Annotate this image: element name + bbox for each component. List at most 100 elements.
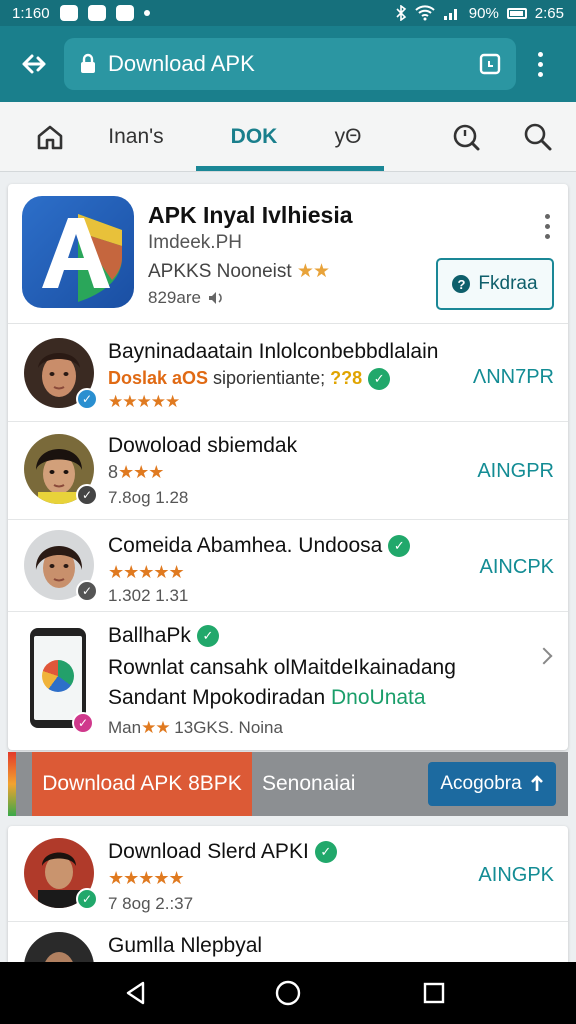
chevron-right-icon[interactable] [535, 647, 553, 665]
list-item[interactable]: ✓ Comeida Abamhea. Undoosa ✓ ★★★★★ 1.302 … [8, 520, 568, 612]
download-banner: Download APK 8BPK Senonaiai Acogobra [8, 752, 568, 816]
arrow-up-icon [530, 775, 543, 791]
home-icon [37, 125, 63, 150]
search-icon [453, 124, 480, 151]
battery-icon [506, 7, 527, 19]
item-description-2: Sandant Mpokodiradan DnoUnata [108, 686, 426, 709]
item-rating: 8★★★ [108, 462, 164, 482]
install-button[interactable]: ? Fkdraa [436, 258, 554, 310]
avatar: ✓ [24, 838, 98, 910]
more-options-icon[interactable] [545, 214, 550, 239]
item-action-link[interactable]: AINGPK [478, 864, 554, 887]
status-time: 1:160 [12, 4, 50, 22]
list-item[interactable]: Gumlla Nlepbyal [8, 922, 568, 966]
verified-icon: ✓ [388, 535, 411, 558]
back-triangle-icon [126, 981, 145, 1005]
avatar: ✓ [24, 338, 98, 410]
signal-icon [443, 9, 457, 20]
list-item[interactable]: ✓ Download Slerd APKI ✓ ★★★★★ 7 8og 2.:37… [8, 826, 568, 922]
back-button[interactable] [14, 44, 54, 84]
rating-stars: ★★ [296, 261, 330, 282]
item-meta: 7.8og 1.28 [108, 488, 189, 507]
install-button-label: Fkdraa [478, 273, 538, 294]
browser-toolbar: Download APK [0, 26, 576, 102]
address-bar[interactable]: Download APK [64, 38, 516, 90]
category-tabs: Inan's DOK yΘ [0, 102, 576, 172]
apk-list-card: APK Inyal Ivlhiesia Imdeek.PH APKKS Noon… [8, 184, 568, 750]
item-rating: ★★★★★ [108, 562, 185, 582]
notification-dot-icon [143, 10, 150, 16]
verified-icon: ✓ [368, 368, 391, 391]
banner-accent [8, 752, 16, 816]
item-title: Comeida Abamhea. Undoosa ✓ [108, 534, 411, 558]
item-rating: ★★★★★ [108, 392, 180, 411]
app-title: APK Inyal Ivlhiesia [148, 202, 353, 228]
app-size: 829are [148, 288, 225, 308]
wifi-icon [415, 5, 435, 21]
system-recents-button[interactable] [404, 962, 464, 1024]
home-tab[interactable] [22, 102, 78, 172]
system-back-button[interactable] [106, 962, 166, 1024]
avatar: ✓ [24, 530, 98, 602]
item-description: Rownlat cansahk olMaitdeIkainadang [108, 656, 456, 679]
avatar: ✓ [24, 434, 98, 506]
overflow-menu-icon[interactable] [528, 44, 552, 84]
item-meta: Man★★ 13GKS. Noina [108, 718, 283, 737]
verified-badge-icon: ✓ [76, 888, 98, 910]
item-title: Gumlla Nlepbyal [108, 934, 263, 957]
list-item[interactable]: ✓ Dowoload sbiemdak 8★★★ 7.8og 1.28 AING… [8, 422, 568, 520]
item-action-link[interactable]: AINGPR [477, 460, 554, 483]
verified-badge-icon: ✓ [76, 580, 98, 602]
verified-icon: ✓ [314, 841, 337, 864]
banner-text: Senonaiai [262, 772, 356, 795]
home-circle-icon [275, 980, 301, 1006]
tab-dok[interactable]: DOK [196, 102, 312, 172]
banner-button-label: Acogobra [440, 773, 522, 794]
download-apk-tab[interactable]: Download APK 8BPK [32, 752, 252, 816]
search-button[interactable] [516, 102, 560, 172]
item-action-link[interactable]: ΛNN7PR [473, 366, 554, 389]
verified-badge-icon: ✓ [76, 484, 98, 506]
system-navigation-bar [0, 962, 576, 1024]
item-subtitle: Doslak aOS siporientiante; ??8 ✓ [108, 368, 391, 391]
tab-yo[interactable]: yΘ [318, 102, 378, 172]
app-logo-icon [22, 196, 134, 308]
status-clock: 2:65 [534, 4, 564, 22]
featured-app[interactable]: APK Inyal Ivlhiesia Imdeek.PH APKKS Noon… [8, 184, 568, 324]
notification-icon [87, 5, 106, 21]
banner-action-button[interactable]: Acogobra [428, 762, 556, 806]
app-rating: APKKS Nooneist ★★ [148, 260, 330, 283]
back-arrow-icon [22, 54, 46, 74]
status-bar: 1:160 90% 2:65 [0, 0, 576, 26]
item-title: BallhaPk ✓ [108, 624, 219, 648]
item-title: Download Slerd APKI ✓ [108, 840, 337, 864]
item-rating: ★★★★★ [108, 868, 185, 888]
active-tab-indicator [196, 166, 384, 171]
tab-inans[interactable]: Inan's [94, 102, 178, 172]
list-item[interactable]: ✓ BallhaPk ✓ Rownlat cansahk olMaitdeIkai… [8, 612, 568, 750]
item-meta: 7 8og 2.:37 [108, 894, 194, 913]
item-title: Bayninadaatain Inlolconbebbdlalain [108, 340, 439, 363]
list-item[interactable]: ✓ Bayninadaatain Inlolconbebbdlalain Dos… [8, 324, 568, 422]
search-icon [524, 123, 552, 151]
recents-square-icon [423, 982, 445, 1004]
bluetooth-icon [396, 5, 406, 21]
item-title: Dowoload sbiemdak [108, 434, 298, 457]
item-meta: 1.302 1.31 [108, 586, 189, 605]
search-alt-button[interactable] [444, 102, 488, 172]
system-home-button[interactable] [258, 962, 318, 1024]
avatar [24, 932, 94, 966]
app-badge-icon: ✓ [72, 712, 94, 734]
item-action-link[interactable]: AINCPK [480, 556, 554, 579]
size-text: 829are [148, 288, 201, 307]
verified-icon: ✓ [196, 625, 219, 648]
url-text: Download APK [108, 51, 255, 76]
notification-icon [115, 5, 134, 21]
battery-percent: 90% [468, 4, 499, 22]
notification-icon [59, 5, 78, 21]
lock-icon [81, 53, 95, 73]
speaker-icon [208, 292, 222, 304]
tabs-icon[interactable] [478, 52, 502, 76]
app-developer: Imdeek.PH [148, 232, 242, 253]
rating-text: APKKS Nooneist [148, 261, 292, 282]
